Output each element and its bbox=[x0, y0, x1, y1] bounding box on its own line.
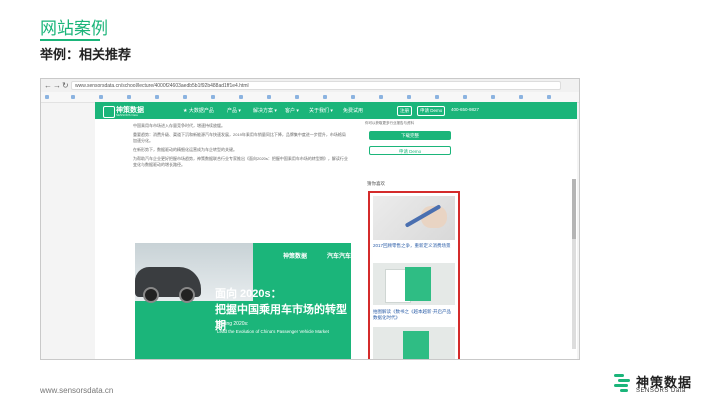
recommend-card-image[interactable] bbox=[373, 327, 455, 359]
bookmark-item[interactable] bbox=[99, 94, 104, 99]
sidebar-hint: 你可以获取更多行业报告与资料 bbox=[365, 121, 414, 125]
title-underline bbox=[40, 39, 100, 41]
article-paragraph: 中国乘用车市场进入存量竞争时代，增速持续放缓。 bbox=[133, 123, 225, 128]
site-navbar: 神策数据 SENSORS Data ★ 大数据产品 产品 ▾ 解决方案 ▾ 客户… bbox=[95, 102, 577, 119]
demo-button[interactable]: 申请 Demo bbox=[417, 106, 446, 116]
bookmark-item[interactable] bbox=[239, 94, 244, 99]
article-paragraph: 重要趋势：消费升级、渠道下沉和新能源汽车快速发展，2019年乘用车销量同比下降，… bbox=[133, 132, 346, 143]
recommendation-highlight: 2017回顾零售之争，重新定义消费场景 拍图解读《数书之《越本越新·开启产品数据… bbox=[368, 191, 460, 359]
bookmark-item[interactable] bbox=[71, 94, 76, 99]
site-logo-en: SENSORS Data bbox=[116, 113, 138, 117]
browser-address-bar: ← → ↻ www.sensorsdata.cn/school/lecture/… bbox=[41, 79, 579, 93]
book-icon bbox=[405, 267, 431, 301]
recommend-card-image[interactable] bbox=[373, 263, 455, 305]
article-paragraph: 在新形势下，数据驱动的精细化运营成为车企转型的关键。 bbox=[133, 147, 237, 152]
bookmark-item[interactable] bbox=[323, 94, 328, 99]
bookmark-item[interactable] bbox=[351, 94, 356, 99]
banner-english-title: Facing 2020s: bbox=[217, 321, 249, 327]
wheel-icon bbox=[143, 287, 159, 303]
nav-item-bigdata[interactable]: ★ 大数据产品 bbox=[183, 107, 214, 114]
book-icon bbox=[403, 331, 429, 359]
nav-item-trial[interactable]: 免费试用 bbox=[343, 107, 363, 114]
bookmark-item[interactable] bbox=[407, 94, 412, 99]
bookmark-item[interactable] bbox=[211, 94, 216, 99]
logo-subtext: SENSORS Data bbox=[636, 388, 686, 394]
sensors-logo: 神策数据 SENSORS Data bbox=[614, 372, 696, 398]
register-button[interactable]: 注册 bbox=[397, 106, 412, 116]
footer-url: www.sensorsdata.cn bbox=[40, 386, 114, 395]
bookmark-item[interactable] bbox=[45, 94, 50, 99]
wheel-icon bbox=[179, 287, 195, 303]
bookmark-item[interactable] bbox=[491, 94, 496, 99]
nav-item-solutions[interactable]: 解决方案 ▾ bbox=[253, 107, 277, 114]
banner-tag: 汽车汽车 bbox=[327, 254, 351, 260]
back-icon[interactable]: ← bbox=[44, 81, 52, 90]
nav-item-about[interactable]: 关于我们 ▾ bbox=[309, 107, 333, 114]
forward-icon[interactable]: → bbox=[53, 81, 61, 90]
banner-logo: 神策数据 bbox=[283, 254, 308, 260]
recommend-card-image[interactable] bbox=[373, 196, 455, 240]
article-body: 中国乘用车市场进入存量竞争时代，增速持续放缓。 重要趋势：消费升级、渠道下沉和新… bbox=[133, 123, 349, 171]
scrollbar-thumb[interactable] bbox=[572, 179, 576, 239]
recommend-card-title[interactable]: 拍图解读《数书之《越本越新·开启产品数据化时代》 bbox=[373, 309, 455, 321]
bookmark-item[interactable] bbox=[183, 94, 188, 99]
slide-subtitle: 举例：相关推荐 bbox=[40, 47, 132, 62]
bookmark-item[interactable] bbox=[155, 94, 160, 99]
bookmark-item[interactable] bbox=[435, 94, 440, 99]
banner-headline: 面向 2020s： bbox=[215, 288, 282, 300]
site-logo-icon bbox=[103, 106, 115, 118]
article-paragraph: 为帮助汽车企业更好把握市场趋势，神策数据联合行业专家推出《面向2020s：把握中… bbox=[133, 156, 348, 167]
download-button[interactable]: 下载完整 bbox=[369, 131, 451, 140]
page-content: 中国乘用车市场进入存量竞争时代，增速持续放缓。 重要趋势：消费升级、渠道下沉和新… bbox=[95, 119, 577, 359]
bookmark-item[interactable] bbox=[463, 94, 468, 99]
recommend-heading: 猜你喜欢 bbox=[367, 181, 385, 186]
logo-mark-icon bbox=[614, 374, 630, 394]
bookmark-item[interactable] bbox=[547, 94, 552, 99]
bookmark-item[interactable] bbox=[519, 94, 524, 99]
nav-item-customers[interactable]: 客户 ▾ bbox=[285, 107, 299, 114]
bookmark-item[interactable] bbox=[295, 94, 300, 99]
bookmark-item[interactable] bbox=[127, 94, 132, 99]
website-screenshot: ← → ↻ www.sensorsdata.cn/school/lecture/… bbox=[40, 78, 580, 360]
url-input[interactable]: www.sensorsdata.cn/school/lecture/4000f2… bbox=[71, 81, 561, 90]
report-banner[interactable]: 神策数据 汽车汽车 面向 2020s： 把握中国乘用车市场的转型期 Facing… bbox=[135, 243, 351, 359]
slide-title: 网站案例 bbox=[40, 19, 108, 38]
reload-icon[interactable]: ↻ bbox=[62, 81, 69, 90]
recommend-card-title[interactable]: 2017回顾零售之争，重新定义消费场景 bbox=[373, 243, 455, 249]
phone-number: 400-650-9827 bbox=[451, 107, 480, 112]
banner-english-subtitle: Lead the Evolution of China's Passenger … bbox=[217, 329, 329, 334]
bookmark-item[interactable] bbox=[379, 94, 384, 99]
apply-demo-button[interactable]: 申请 Demo bbox=[369, 146, 451, 155]
nav-item-products[interactable]: 产品 ▾ bbox=[227, 107, 241, 114]
bookmark-item[interactable] bbox=[267, 94, 272, 99]
